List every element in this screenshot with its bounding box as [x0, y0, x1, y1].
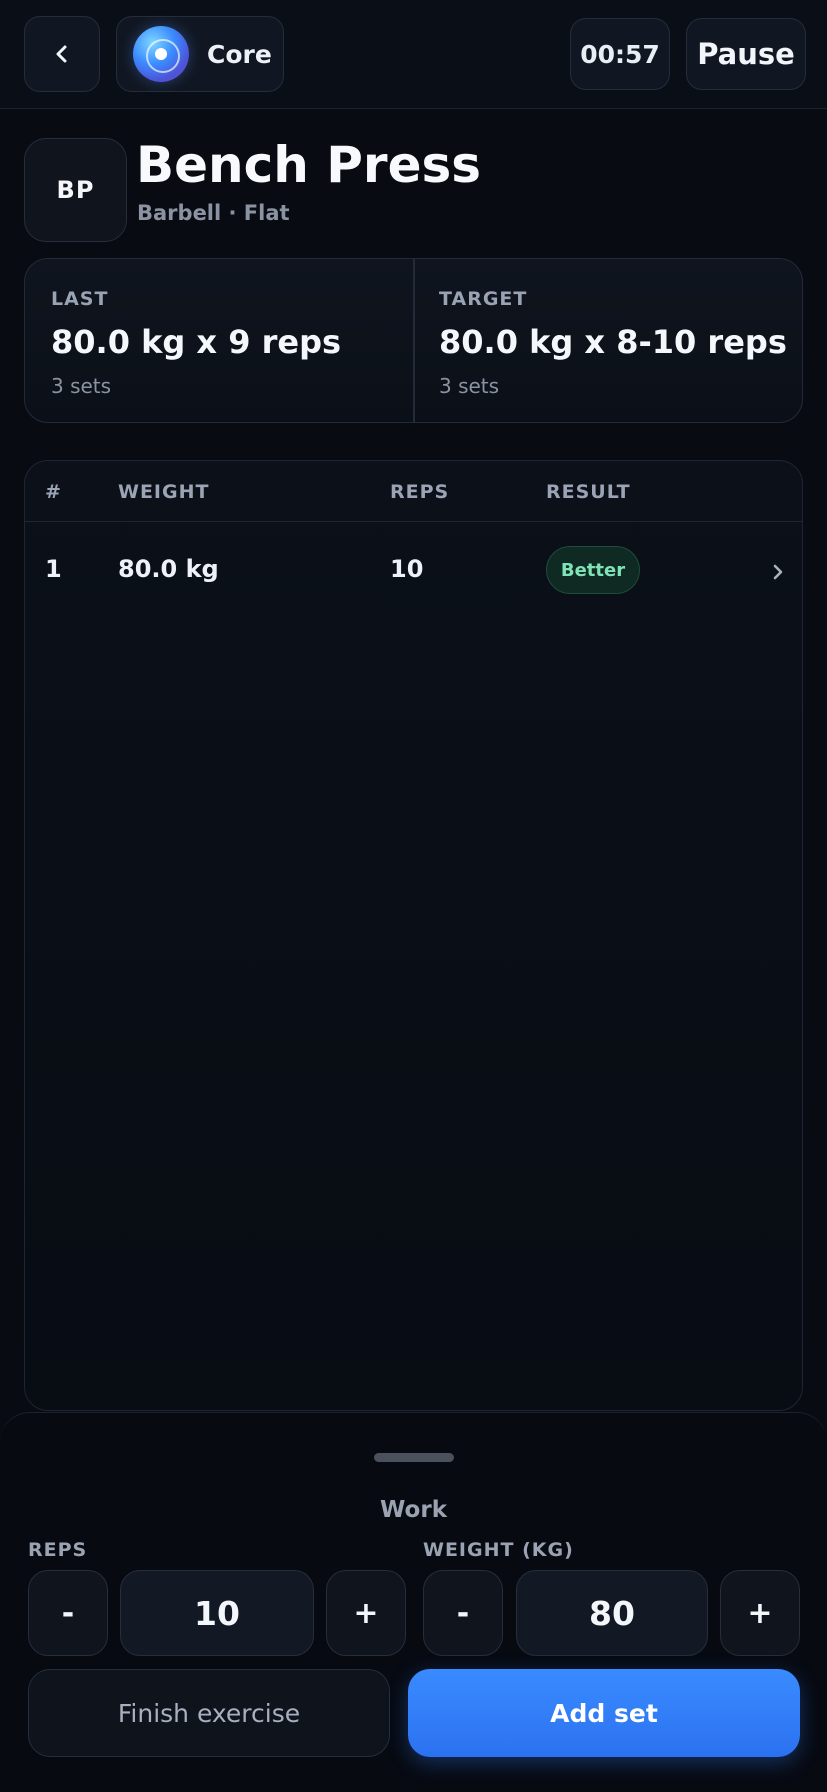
last-note: 3 sets [51, 374, 112, 398]
context-label: Core [207, 39, 272, 69]
last-value: 80.0 kg x 9 reps [51, 323, 342, 361]
sets-table: # WEIGHT REPS RESULT 1 80.0 kg 10 Better [24, 460, 803, 1411]
last-label: LAST [51, 288, 109, 310]
column-header-result: RESULT [546, 481, 631, 503]
top-bar: Core 00:57 Pause [0, 0, 827, 109]
set-entry-sheet: Work REPS WEIGHT (KG) - 10 + - 80 + Fini… [0, 1412, 827, 1792]
exercise-badge: BP [24, 138, 127, 242]
chevron-right-icon[interactable] [769, 561, 787, 583]
sheet-grabber[interactable] [374, 1453, 454, 1462]
weight-increment-button[interactable]: + [720, 1570, 800, 1656]
set-reps: 10 [390, 555, 424, 583]
chevron-left-icon [56, 45, 67, 63]
add-set-button[interactable]: Add set [408, 1669, 800, 1757]
set-index: 1 [45, 555, 62, 583]
weight-label: WEIGHT (KG) [423, 1539, 574, 1561]
reps-value-field[interactable]: 10 [120, 1570, 314, 1656]
column-header-index: # [45, 481, 62, 503]
weight-decrement-button[interactable]: - [423, 1570, 503, 1656]
target-label: TARGET [439, 288, 528, 310]
table-row[interactable]: 1 80.0 kg 10 [25, 523, 802, 619]
finish-exercise-button[interactable]: Finish exercise [28, 1669, 390, 1757]
orb-icon [133, 26, 189, 82]
result-badge: Better [546, 546, 640, 594]
pause-button[interactable]: Pause [686, 18, 806, 90]
weight-value-field[interactable]: 80 [516, 1570, 708, 1656]
reps-increment-button[interactable]: + [326, 1570, 406, 1656]
workout-screen: Core 00:57 Pause BP Bench Press Barbell … [0, 0, 827, 1792]
column-header-reps: REPS [390, 481, 450, 503]
reps-label: REPS [28, 1539, 88, 1561]
reps-decrement-button[interactable]: - [28, 1570, 108, 1656]
workout-context-chip[interactable]: Core [116, 16, 284, 92]
sheet-title: Work [380, 1497, 447, 1523]
target-note: 3 sets [439, 374, 500, 398]
table-header: # WEIGHT REPS RESULT [25, 461, 802, 522]
exercise-subtitle: Barbell · Flat [137, 201, 290, 225]
target-value: 80.0 kg x 8-10 reps [439, 323, 787, 361]
column-header-weight: WEIGHT [118, 481, 210, 503]
stats-card: LAST 80.0 kg x 9 reps 3 sets TARGET 80.0… [24, 258, 803, 423]
back-button[interactable] [24, 16, 100, 92]
exercise-title: Bench Press [136, 136, 481, 194]
elapsed-timer: 00:57 [570, 18, 670, 90]
stats-divider [413, 259, 415, 422]
set-weight: 80.0 kg [118, 555, 219, 583]
